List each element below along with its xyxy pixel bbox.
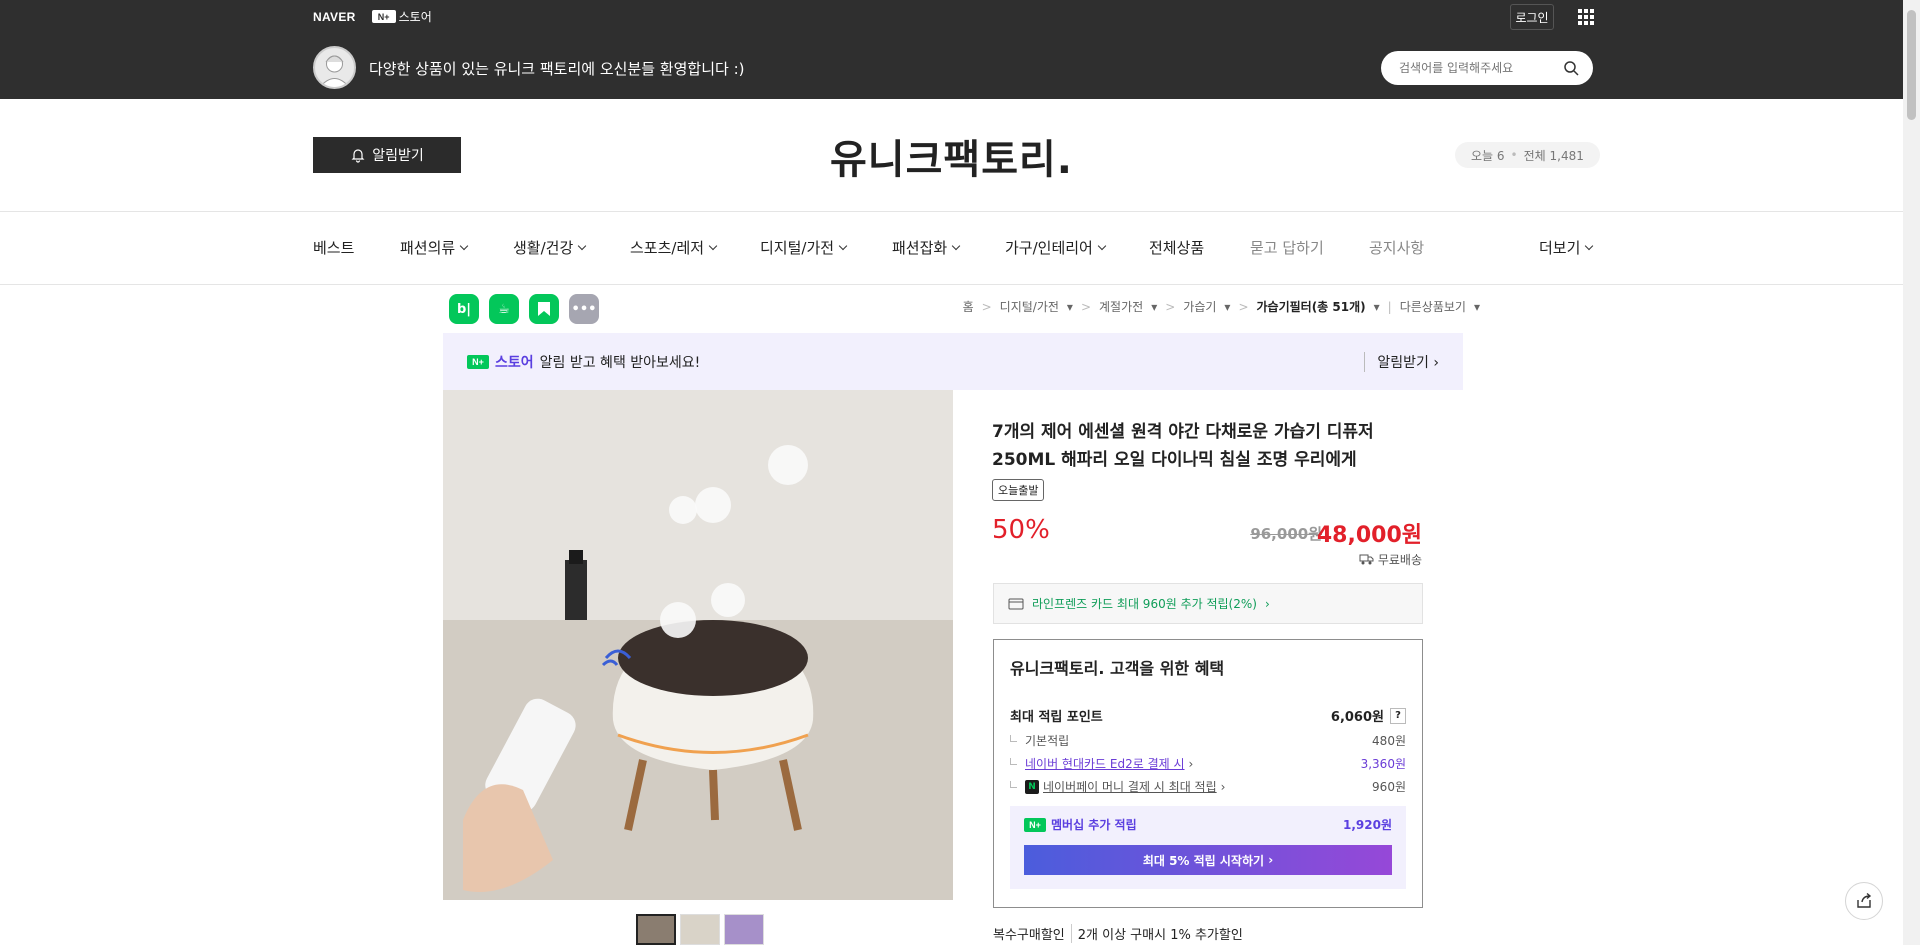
naver-store-label: 스토어 — [398, 10, 432, 24]
basic-points-row: 기본적립 480원 — [1010, 732, 1406, 749]
scrollbar-thumb[interactable] — [1907, 10, 1916, 120]
menu-item-all-products[interactable]: 전체상품 — [1149, 237, 1204, 258]
truck-icon — [1359, 554, 1374, 565]
more-share-icon[interactable]: ••• — [569, 294, 599, 324]
multi-buy-discount: 복수구매할인 2개 이상 구매시 1% 추가할인 — [993, 924, 1243, 943]
menu-item-qna[interactable]: 묻고 답하기 — [1250, 237, 1324, 258]
multi-discount-label: 복수구매할인 — [993, 928, 1065, 943]
menu-item-best[interactable]: 베스트 — [313, 237, 354, 258]
chevron-down-icon — [951, 241, 961, 250]
membership-box: N+ 멤버십 추가 적립 1,920원 최대 5% 적립 시작하기 › — [1010, 806, 1406, 889]
naver-store-logo[interactable]: N+ 스토어 — [371, 8, 432, 25]
discount-rate: 50% — [992, 515, 1050, 545]
visit-counter: 오늘 6 • 전체 1,481 — [1455, 142, 1600, 168]
menu-item-furniture-interior[interactable]: 가구/인테리어 — [1005, 237, 1107, 258]
apps-grid-icon[interactable] — [1578, 9, 1594, 25]
menu-item-living-health[interactable]: 생활/건강 — [513, 237, 587, 258]
product-thumbnails — [636, 914, 764, 945]
bookmark-share-icon[interactable] — [529, 294, 559, 324]
card-promo-banner[interactable]: 라인프렌즈 카드 최대 960원 추가 적립(2%) › — [993, 583, 1423, 624]
card-points-row: 네이버 현대카드 Ed2로 결제 시 › 3,360원 — [1010, 755, 1406, 772]
share-icons: b| ☕ ••• — [449, 294, 599, 324]
sale-price: 48,000원 — [1316, 523, 1422, 548]
multi-discount-text: 2개 이상 구매시 1% 추가할인 — [1070, 924, 1243, 943]
product-main-image[interactable] — [443, 390, 953, 900]
naver-pay-icon: N — [1025, 779, 1039, 794]
cafe-share-icon[interactable]: ☕ — [489, 294, 519, 324]
category-menu: 베스트 패션의류 생활/건강 스포츠/레저 디지털/가전 패션잡화 가구/인테리… — [0, 213, 1903, 285]
nplus-icon: N+ — [371, 10, 396, 23]
menu-item-digital-appliance[interactable]: 디지털/가전 — [760, 237, 848, 258]
thumbnail-3[interactable] — [724, 914, 764, 945]
menu-item-more[interactable]: 더보기 — [1539, 237, 1594, 258]
visit-today: 오늘 6 — [1471, 148, 1505, 163]
chevron-down-icon — [1585, 241, 1594, 250]
breadcrumb-current[interactable]: 가습기필터(총 51개) — [1257, 298, 1366, 315]
original-price: 96,000원 — [1250, 525, 1322, 543]
shipping-info: 무료배송 — [1359, 551, 1422, 568]
visit-total: 전체 1,481 — [1523, 148, 1584, 163]
npay-points-row: N 네이버페이 머니 결제 시 최대 적립 › 960원 — [1010, 778, 1406, 795]
share-float-button[interactable] — [1845, 882, 1883, 920]
menu-item-fashion-goods[interactable]: 패션잡화 — [892, 237, 961, 258]
npay-points-link[interactable]: 네이버페이 머니 결제 시 최대 적립 — [1043, 778, 1217, 795]
page-scrollbar[interactable] — [1903, 0, 1920, 945]
banner-text: 알림 받고 혜택 받아보세요! — [539, 354, 701, 371]
banner-store-label: 스토어 — [495, 354, 534, 371]
menu-item-fashion-clothing[interactable]: 패션의류 — [400, 237, 469, 258]
search-input[interactable] — [1399, 61, 1559, 75]
share-icon — [1857, 892, 1872, 908]
blog-share-icon[interactable]: b| — [449, 294, 479, 324]
top-bar: NAVER N+ 스토어 로그인 다양한 상품이 있는 유니크 팩토리에 오신분… — [0, 0, 1903, 99]
membership-start-button[interactable]: 최대 5% 적립 시작하기 › — [1024, 845, 1392, 875]
search-box[interactable] — [1381, 51, 1593, 85]
breadcrumb: 홈 > 디지털/가전 ▾ > 계절가전 ▾ > 가습기 ▾ > 가습기필터(총 51개… — [962, 298, 1480, 315]
menu-item-sports-leisure[interactable]: 스포츠/레저 — [630, 237, 718, 258]
help-icon[interactable]: ? — [1390, 707, 1406, 724]
breadcrumb-home[interactable]: 홈 — [963, 298, 974, 315]
card-points-link[interactable]: 네이버 현대카드 Ed2로 결제 시 — [1025, 755, 1185, 772]
menu-item-notice[interactable]: 공지사항 — [1369, 237, 1424, 258]
store-profile-avatar[interactable] — [313, 46, 356, 89]
product-title: 7개의 제어 에센셜 원격 야간 다채로운 가습기 디퓨저 250ML 해파리 … — [992, 422, 1374, 470]
global-nav: NAVER N+ 스토어 — [313, 8, 432, 25]
chevron-down-icon — [578, 241, 587, 250]
store-logo[interactable]: 유니크팩토리. — [0, 127, 1903, 185]
chevron-down-icon — [708, 241, 718, 250]
chevron-down-icon — [1097, 241, 1107, 250]
thumbnail-1[interactable] — [636, 914, 676, 945]
chevron-down-icon — [838, 241, 848, 250]
store-header: 알림받기 유니크팩토리. 오늘 6 • 전체 1,481 — [0, 99, 1903, 212]
welcome-message: 다양한 상품이 있는 유니크 팩토리에 오신분들 환영합니다 :) — [369, 60, 745, 78]
breadcrumb-seasonal[interactable]: 계절가전 — [1099, 298, 1143, 315]
breadcrumb-humidifier[interactable]: 가습기 — [1183, 298, 1216, 315]
breadcrumb-digital[interactable]: 디지털/가전 — [1000, 298, 1059, 315]
login-button[interactable]: 로그인 — [1510, 4, 1554, 30]
search-icon[interactable] — [1563, 60, 1579, 76]
thumbnail-2[interactable] — [680, 914, 720, 945]
nplus-icon: N+ — [467, 354, 489, 369]
today-ship-badge: 오늘출발 — [992, 479, 1045, 501]
benefit-title: 유니크팩토리. 고객을 위한 혜택 — [1010, 659, 1225, 678]
nplus-icon: N+ — [1024, 817, 1046, 832]
notify-banner: N+ 스토어 알림 받고 혜택 받아보세요! 알림받기 › — [443, 333, 1463, 390]
naver-logo[interactable]: NAVER — [313, 10, 356, 24]
chevron-down-icon — [459, 241, 469, 250]
banner-notify-link[interactable]: 알림받기 › — [1364, 352, 1439, 372]
other-products-link[interactable]: 다른상품보기 — [1400, 298, 1466, 315]
credit-card-icon — [1008, 598, 1024, 609]
benefit-box: 유니크팩토리. 고객을 위한 혜택 최대 적립 포인트 6,060원? 기본적립… — [993, 639, 1423, 908]
max-points-row: 최대 적립 포인트 6,060원? — [1010, 706, 1406, 725]
